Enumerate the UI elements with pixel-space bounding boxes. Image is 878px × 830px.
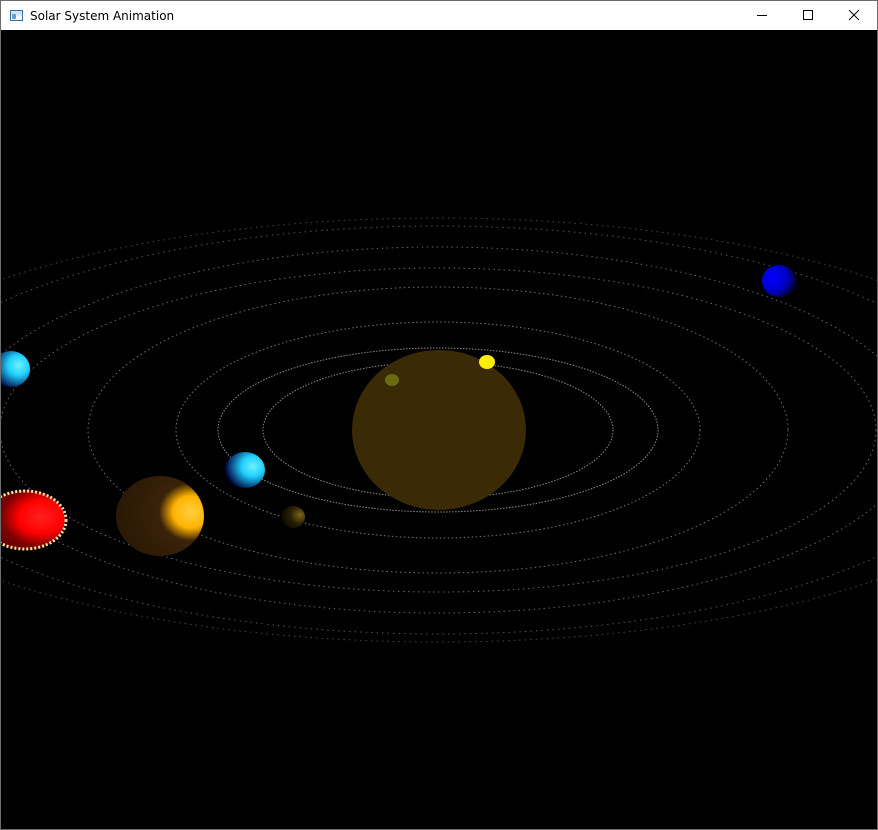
minimize-button[interactable]	[739, 1, 785, 30]
close-button[interactable]	[831, 1, 877, 30]
title-bar[interactable]: Solar System Animation	[1, 1, 877, 30]
close-icon	[848, 10, 859, 21]
maximize-button[interactable]	[785, 1, 831, 30]
render-canvas[interactable]	[1, 30, 877, 829]
planet-small-dark	[281, 506, 305, 528]
app-window: Solar System Animation	[0, 0, 878, 830]
maximize-icon	[802, 10, 813, 20]
solar-system-scene	[1, 217, 877, 643]
minimize-icon	[756, 15, 767, 16]
planet-yellow	[479, 355, 495, 369]
window-title: Solar System Animation	[30, 8, 175, 23]
window-controls	[739, 1, 877, 30]
sun	[352, 350, 526, 510]
planet-cyan-left	[1, 351, 30, 387]
planet-blue	[762, 265, 796, 297]
planet-orange	[116, 476, 204, 556]
planet-cyan	[225, 452, 265, 488]
app-icon	[10, 10, 23, 21]
planet-olive	[385, 374, 399, 386]
